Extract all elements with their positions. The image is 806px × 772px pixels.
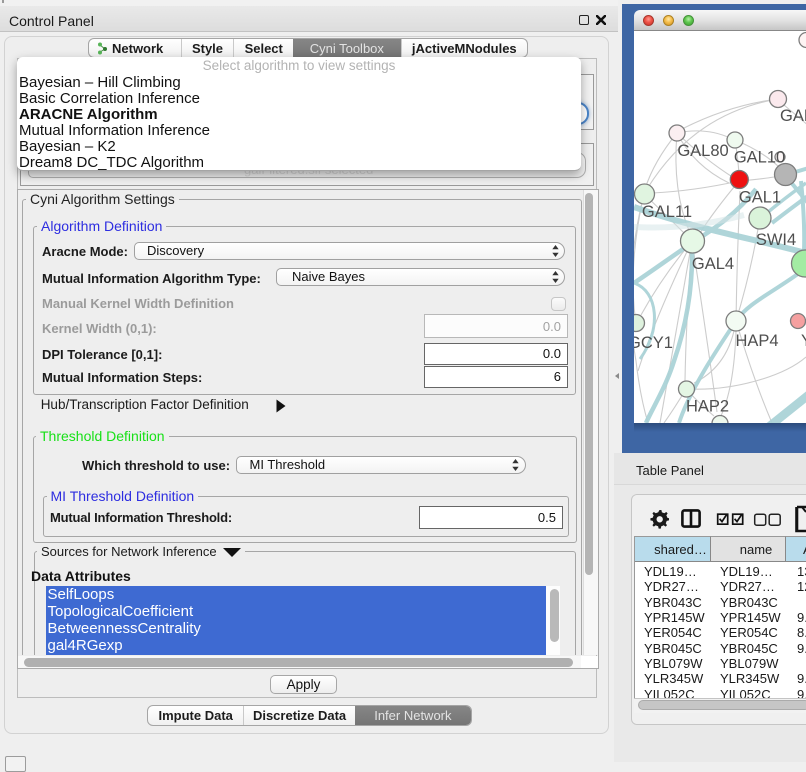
- svg-text:GAL4: GAL4: [692, 255, 734, 273]
- svg-text:HAP4: HAP4: [735, 332, 778, 350]
- svg-text:GAL1: GAL1: [739, 189, 781, 207]
- svg-text:SWI4: SWI4: [756, 231, 796, 249]
- svg-text:GAL7: GAL7: [780, 107, 806, 125]
- svg-text:GAL10: GAL10: [734, 149, 785, 167]
- svg-text:GCY1: GCY1: [634, 334, 673, 352]
- svg-text:GAL11: GAL11: [642, 203, 692, 221]
- svg-text:YE: YE: [801, 332, 806, 350]
- svg-text:HAP2: HAP2: [686, 398, 729, 416]
- svg-text:GAL80: GAL80: [677, 142, 728, 160]
